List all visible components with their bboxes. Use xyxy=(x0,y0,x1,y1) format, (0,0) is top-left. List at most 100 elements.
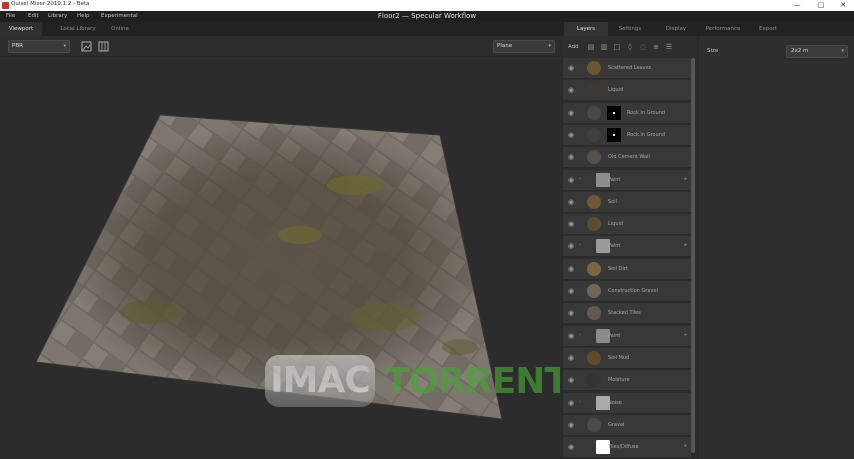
eye-icon[interactable]: ◉ xyxy=(568,153,577,161)
layer-row[interactable]: ◉ › Paint ▸ xyxy=(563,236,691,258)
eye-icon[interactable]: ◉ xyxy=(568,176,577,184)
image-icon[interactable] xyxy=(81,41,92,52)
layer-name: Gravel xyxy=(608,421,625,428)
drop-icon[interactable]: ◊ xyxy=(626,43,634,51)
tab-settings[interactable]: Settings xyxy=(608,22,652,36)
layer-thumbnail xyxy=(587,83,601,98)
eye-icon[interactable]: ◉ xyxy=(568,220,577,228)
size-row: Size 2x2 m ▾ xyxy=(704,45,848,58)
eye-icon[interactable]: ◉ xyxy=(568,64,577,72)
folder-add-icon[interactable]: ▥ xyxy=(600,43,608,51)
layer-thumbnail xyxy=(587,373,601,388)
layer-thumbnail xyxy=(587,417,601,432)
eye-icon[interactable]: ◉ xyxy=(568,86,577,94)
viewport-3d[interactable]: IMAC TORRENTS xyxy=(0,57,560,459)
chevron-right-icon[interactable]: ▸ xyxy=(684,332,687,338)
viewport-toolbar: PBR ▾ Plane ▾ xyxy=(0,36,560,57)
layer-name: Scattered Leaves xyxy=(608,65,652,71)
render-mode-value: PBR xyxy=(12,43,23,49)
layer-name: Stacked Tiles xyxy=(608,310,641,317)
chevron-down-icon: ▾ xyxy=(841,48,844,54)
layer-thumbnail xyxy=(587,350,601,365)
eye-icon[interactable]: ◉ xyxy=(568,354,577,362)
layer-name: Old Cement Wall xyxy=(608,154,650,161)
layer-row[interactable]: ◉ Moisture xyxy=(563,370,691,392)
eye-icon[interactable]: ◉ xyxy=(568,131,577,139)
layers-toolbar: Add ▤ ▥ □ ◊ ◌ ≡ ☰ xyxy=(563,36,696,58)
watermark-torrents: TORRENTS xyxy=(385,361,560,402)
layer-row[interactable]: ◉ Stacked Tiles xyxy=(563,303,691,325)
eye-icon[interactable]: ◉ xyxy=(568,198,577,206)
tab-performance[interactable]: Performance xyxy=(698,22,748,36)
layer-row[interactable]: ◉ Construction Gravel xyxy=(563,281,691,302)
eye-icon[interactable]: ◉ xyxy=(568,421,577,429)
expand-icon[interactable]: › xyxy=(579,399,581,405)
size-select[interactable]: 2x2 m ▾ xyxy=(786,45,848,58)
chevron-down-icon: ▾ xyxy=(548,43,551,49)
layer-name: Moisture xyxy=(608,377,630,384)
layer-mask-thumbnail[interactable] xyxy=(607,105,621,120)
layer-row[interactable]: ◉ › Noise xyxy=(563,392,691,414)
render-mode-select[interactable]: PBR ▾ xyxy=(8,40,70,53)
layer-row[interactable]: ◉ Tiles/Diffuse ▸ xyxy=(563,437,691,459)
eye-icon[interactable]: ◉ xyxy=(568,332,577,340)
expand-icon[interactable]: › xyxy=(579,242,581,248)
eye-icon[interactable]: ◉ xyxy=(568,399,577,407)
tab-viewport[interactable]: Viewport xyxy=(0,22,42,36)
eye-icon[interactable]: ◉ xyxy=(568,443,577,451)
title-bar: Quixel Mixer 2019.1.2 - Beta — □ ✕ xyxy=(0,0,854,11)
layer-row[interactable]: ◉ Scattered Leaves xyxy=(563,58,691,79)
eye-icon[interactable]: ◉ xyxy=(568,287,577,295)
layer-mask-thumbnail[interactable] xyxy=(607,127,621,142)
chevron-right-icon[interactable]: ▸ xyxy=(684,176,687,182)
list-icon[interactable]: ≡ xyxy=(652,43,660,51)
grid-icon[interactable] xyxy=(98,41,109,52)
eye-icon[interactable]: ◉ xyxy=(568,242,577,250)
plane-select-value: Plane xyxy=(497,43,513,49)
layer-row[interactable]: ◉ Liquid xyxy=(563,80,691,102)
layer-thumbnail xyxy=(587,306,601,321)
eye-icon[interactable]: ◉ xyxy=(568,265,577,273)
eye-icon[interactable]: ◉ xyxy=(568,109,577,117)
layer-row[interactable]: ◉ › Paint ▸ xyxy=(563,169,691,191)
expand-icon[interactable]: › xyxy=(579,176,581,182)
layer-add-icon[interactable]: ▤ xyxy=(587,43,595,51)
layer-name: Paint xyxy=(608,243,621,250)
layer-row[interactable]: ◉ Liquid xyxy=(563,214,691,236)
layer-row[interactable]: ◉ Soil Mud xyxy=(563,347,691,369)
layer-name: Construction Gravel xyxy=(608,288,658,294)
app-title: Quixel Mixer 2019.1.2 - Beta xyxy=(11,1,90,7)
layer-name: Paint xyxy=(608,176,621,183)
stack-icon[interactable]: ☰ xyxy=(665,43,673,51)
layer-thumbnail xyxy=(587,105,601,120)
eye-icon[interactable]: ◉ xyxy=(568,309,577,317)
minimize-button[interactable]: — xyxy=(786,0,808,11)
tab-online[interactable]: Online xyxy=(100,22,140,36)
layer-row[interactable]: ◉ Soil Dirt xyxy=(563,258,691,280)
chevron-right-icon[interactable]: ▸ xyxy=(684,443,687,449)
fill-icon[interactable]: ◌ xyxy=(639,43,647,51)
layer-name: Liquid xyxy=(608,87,624,94)
layers-panel: Add ▤ ▥ □ ◊ ◌ ≡ ☰ ◉ Scattered Leaves ◉ Liqu… xyxy=(563,36,696,459)
maximize-button[interactable]: □ xyxy=(810,0,832,11)
tab-display[interactable]: Display xyxy=(654,22,698,36)
layer-row[interactable]: ◉ Soil xyxy=(563,191,691,213)
expand-icon[interactable]: › xyxy=(579,332,581,338)
layer-name: Rock in Ground xyxy=(627,109,666,116)
eye-icon[interactable]: ◉ xyxy=(568,376,577,384)
tab-export[interactable]: Export xyxy=(746,22,790,36)
layer-row[interactable]: ◉ Gravel xyxy=(563,414,691,436)
layer-name: Soil xyxy=(608,198,618,205)
layer-row[interactable]: ◉ Rock in Ground xyxy=(563,124,691,146)
square-icon[interactable]: □ xyxy=(613,43,621,51)
scrollbar-thumb[interactable] xyxy=(691,58,695,453)
tab-layers[interactable]: Layers xyxy=(564,22,608,36)
layer-row[interactable]: ◉ Old Cement Wall xyxy=(563,147,691,169)
layer-row[interactable]: ◉ › Paint ▸ xyxy=(563,325,691,347)
close-button[interactable]: ✕ xyxy=(832,0,854,11)
layers-scrollbar[interactable] xyxy=(691,58,695,458)
size-label: Size xyxy=(707,48,719,54)
plane-select[interactable]: Plane ▾ xyxy=(493,40,555,53)
layer-row[interactable]: ◉ Rock in Ground xyxy=(563,102,691,124)
chevron-right-icon[interactable]: ▸ xyxy=(684,242,687,248)
